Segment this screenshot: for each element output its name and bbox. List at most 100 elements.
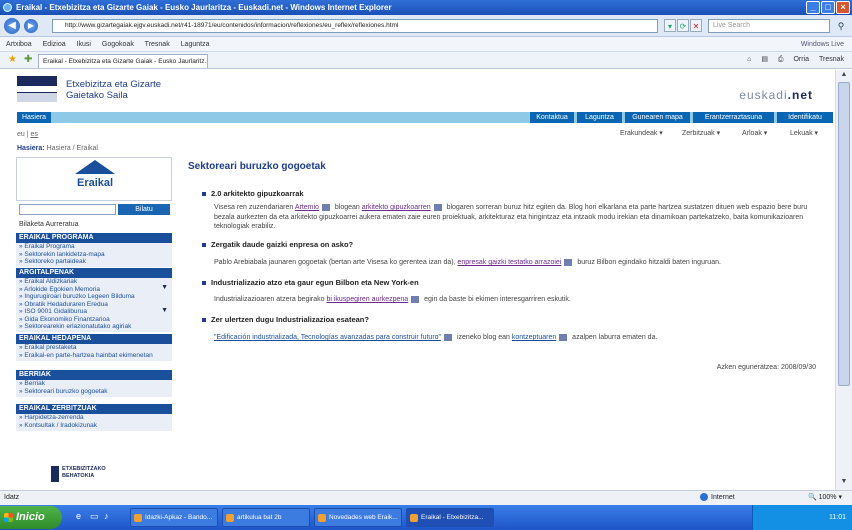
sidebar-link[interactable]: » Kontsultak / Iradokizunak: [16, 422, 172, 430]
menu-tools[interactable]: Tresnak: [145, 41, 170, 48]
section-eraikal-programa: ERAIKAL PROGRAMA: [16, 233, 172, 243]
basque-government-logo[interactable]: [17, 76, 57, 103]
lang-es[interactable]: es: [31, 131, 38, 138]
search-input[interactable]: [19, 204, 116, 215]
print-icon[interactable]: ⎙: [778, 56, 784, 63]
artemio-link[interactable]: Artemio: [295, 204, 319, 211]
page-menu[interactable]: Orria: [793, 56, 809, 63]
start-button[interactable]: Inicio: [0, 506, 62, 529]
menu-help[interactable]: Laguntza: [181, 41, 210, 48]
sidebar-link[interactable]: » Harpidetza-zerrenda: [16, 414, 172, 422]
taskbar-button[interactable]: artikulua bat 2b: [222, 508, 310, 527]
section-berriak: BERRIAK: [16, 370, 172, 380]
taskbar-button[interactable]: Novedades web Eraik...: [314, 508, 402, 527]
lang-eu[interactable]: eu: [17, 131, 25, 138]
sidebar-link[interactable]: » Eraikal Aldizkariak: [16, 278, 172, 286]
sidebar-link[interactable]: » Ingurugiroari buruzko Legeen Bilduma: [16, 293, 172, 301]
clock[interactable]: 11:01: [829, 514, 846, 521]
media-quicklaunch-icon[interactable]: ♪: [104, 511, 109, 521]
external-link-icon: [564, 258, 573, 266]
feeds-icon[interactable]: ▤: [761, 56, 768, 63]
sidebar-link[interactable]: » Sektorearekin erlazionatutako agiriak: [16, 323, 172, 331]
maximize-button[interactable]: □: [821, 1, 835, 14]
status-text: Idatz: [4, 494, 20, 501]
nav-kontaktua[interactable]: Kontaktua: [529, 112, 574, 123]
expand-arrow-icon[interactable]: ▼: [161, 284, 168, 291]
tools-menu[interactable]: Tresnak: [819, 56, 844, 63]
section-eraikal-hedapena: ERAIKAL HEDAPENA: [16, 334, 172, 344]
menu-favorites[interactable]: Gogokoak: [102, 41, 134, 48]
scroll-up-icon[interactable]: ▲: [838, 71, 850, 81]
home-icon[interactable]: ⌂: [747, 56, 751, 63]
sidebar-link[interactable]: » Berriak: [16, 380, 172, 388]
address-bar[interactable]: http://www.gizartegaiak.ejgv.euskadi.net…: [52, 19, 658, 33]
site-header: Etxebizitza eta Gizarte Gaietako Saila e…: [0, 70, 835, 110]
page-title: Sektoreari buruzko gogoetak: [188, 161, 326, 172]
sidebar-link[interactable]: » Sektorekin lankidetza-mapa: [16, 251, 172, 259]
euskadi-net-logo[interactable]: euskadi.net: [739, 88, 813, 102]
sidebar-link[interactable]: » Arlokide Egokien Memoria: [16, 286, 172, 294]
sidebar-link[interactable]: » Eraikal-en parte-hartzea hainbat ekime…: [16, 352, 172, 360]
desktop-quicklaunch-icon[interactable]: ▭: [90, 511, 99, 522]
search-button[interactable]: Bilatu: [118, 204, 170, 215]
menu-edit[interactable]: Edizioa: [43, 41, 66, 48]
advanced-search-link[interactable]: Bilaketa Aurreratua: [19, 221, 79, 228]
minimize-button[interactable]: _: [806, 1, 820, 14]
security-zone[interactable]: Internet: [700, 491, 735, 505]
ie-icon: [3, 3, 12, 12]
nav-erantzerraztasuna[interactable]: Erantzerraztasuna: [692, 112, 774, 123]
nav-gunearen-mapa[interactable]: Gunearen mapa: [624, 112, 690, 123]
search-icon[interactable]: ⚲: [834, 19, 848, 33]
sidebar-link[interactable]: » Sektoreari buruzko gogoetak: [16, 388, 172, 396]
stop-icon[interactable]: ✕: [690, 19, 702, 32]
blog-title-link[interactable]: "Edificación industrializada, Tecnología…: [214, 334, 441, 341]
gipuzkoan-architects-link[interactable]: arkitekto gipuzkoarren: [362, 204, 431, 211]
sidebar: Eraikal Bilatu Bilaketa Aurreratua ERAIK…: [16, 157, 172, 490]
refresh-icon[interactable]: ⟳: [677, 19, 689, 32]
dropdown-erakundeak[interactable]: Erakundeak ▾: [620, 129, 663, 137]
companies-reasons-link[interactable]: enpresak gaizki testatko arrazoiei: [457, 259, 561, 266]
sidebar-link[interactable]: » Obratik Hedaduraren Eredua: [16, 301, 172, 309]
dropdown-lekuak[interactable]: Lekuak ▾: [790, 129, 818, 137]
nav-laguntza[interactable]: Laguntza: [576, 112, 622, 123]
back-button[interactable]: ◀: [4, 18, 20, 34]
add-favorite-icon[interactable]: ✚: [24, 54, 32, 65]
web-page: Etxebizitza eta Gizarte Gaietako Saila e…: [0, 70, 835, 490]
last-updated: Azken eguneratzea: 2008/09/30: [716, 364, 816, 371]
close-button[interactable]: ×: [836, 1, 850, 14]
two-views-link[interactable]: bi ikuspegiren aurkezpena: [326, 296, 408, 303]
menu-file[interactable]: Artxiboa: [6, 41, 32, 48]
sidebar-link[interactable]: » Sektoreko partaideak: [16, 258, 172, 266]
menu-view[interactable]: Ikusi: [77, 41, 91, 48]
expand-arrow-icon[interactable]: ▼: [161, 307, 168, 314]
zoom-level[interactable]: 🔍 100% ▾: [808, 491, 842, 505]
ie-window: Eraikal - Etxebizitza eta Gizarte Gaiak …: [0, 0, 852, 530]
tab-hasiera[interactable]: Hasiera: [17, 112, 51, 123]
scroll-thumb[interactable]: [838, 82, 850, 386]
live-search-input[interactable]: Live Search: [708, 19, 830, 33]
breadcrumb-path[interactable]: Hasiera / Eraikal: [47, 145, 98, 152]
scroll-down-icon[interactable]: ▼: [838, 478, 850, 488]
system-tray: 11:01: [752, 505, 852, 530]
window-titlebar: Eraikal - Etxebizitza eta Gizarte Gaiak …: [0, 0, 852, 15]
sidebar-link[interactable]: » ISO 9001 Gidaliburua: [16, 308, 172, 316]
sidebar-link[interactable]: » Gida Ekonomiko Finantzarioa: [16, 316, 172, 324]
nav-identifikatu[interactable]: Identifikatu: [776, 112, 833, 123]
taskbar-button-active[interactable]: Eraikal - Etxebizitza...: [406, 508, 494, 527]
bullet-icon: [202, 281, 206, 286]
concept-link[interactable]: kontzeptuaren: [512, 334, 556, 341]
eraikal-logo[interactable]: Eraikal: [16, 157, 172, 201]
sidebar-link[interactable]: » Eraikal Programa: [16, 243, 172, 251]
dropdown-zerbitzuak[interactable]: Zerbitzuak ▾: [682, 129, 720, 137]
ie-quicklaunch-icon[interactable]: e: [76, 511, 81, 521]
sidebar-link[interactable]: » Eraikal prestaketa: [16, 344, 172, 352]
forward-button[interactable]: ▶: [24, 19, 38, 33]
browser-tab[interactable]: Eraikal - Etxebizitza eta Gizarte Gaiak …: [38, 54, 208, 68]
dropdown-icon[interactable]: ▾: [664, 19, 676, 32]
vertical-scrollbar[interactable]: ▲ ▼: [835, 70, 852, 490]
taskbar-button[interactable]: Idazki-Apkaz - Bando...: [130, 508, 218, 527]
observatory-logo[interactable]: ETXEBIZITZAKO BEHATOKIA: [51, 466, 131, 482]
favorites-star-icon[interactable]: ★: [8, 54, 17, 65]
section-list: » Eraikal prestaketa » Eraikal-en parte-…: [16, 344, 172, 361]
dropdown-arloak[interactable]: Arloak ▾: [742, 129, 767, 137]
